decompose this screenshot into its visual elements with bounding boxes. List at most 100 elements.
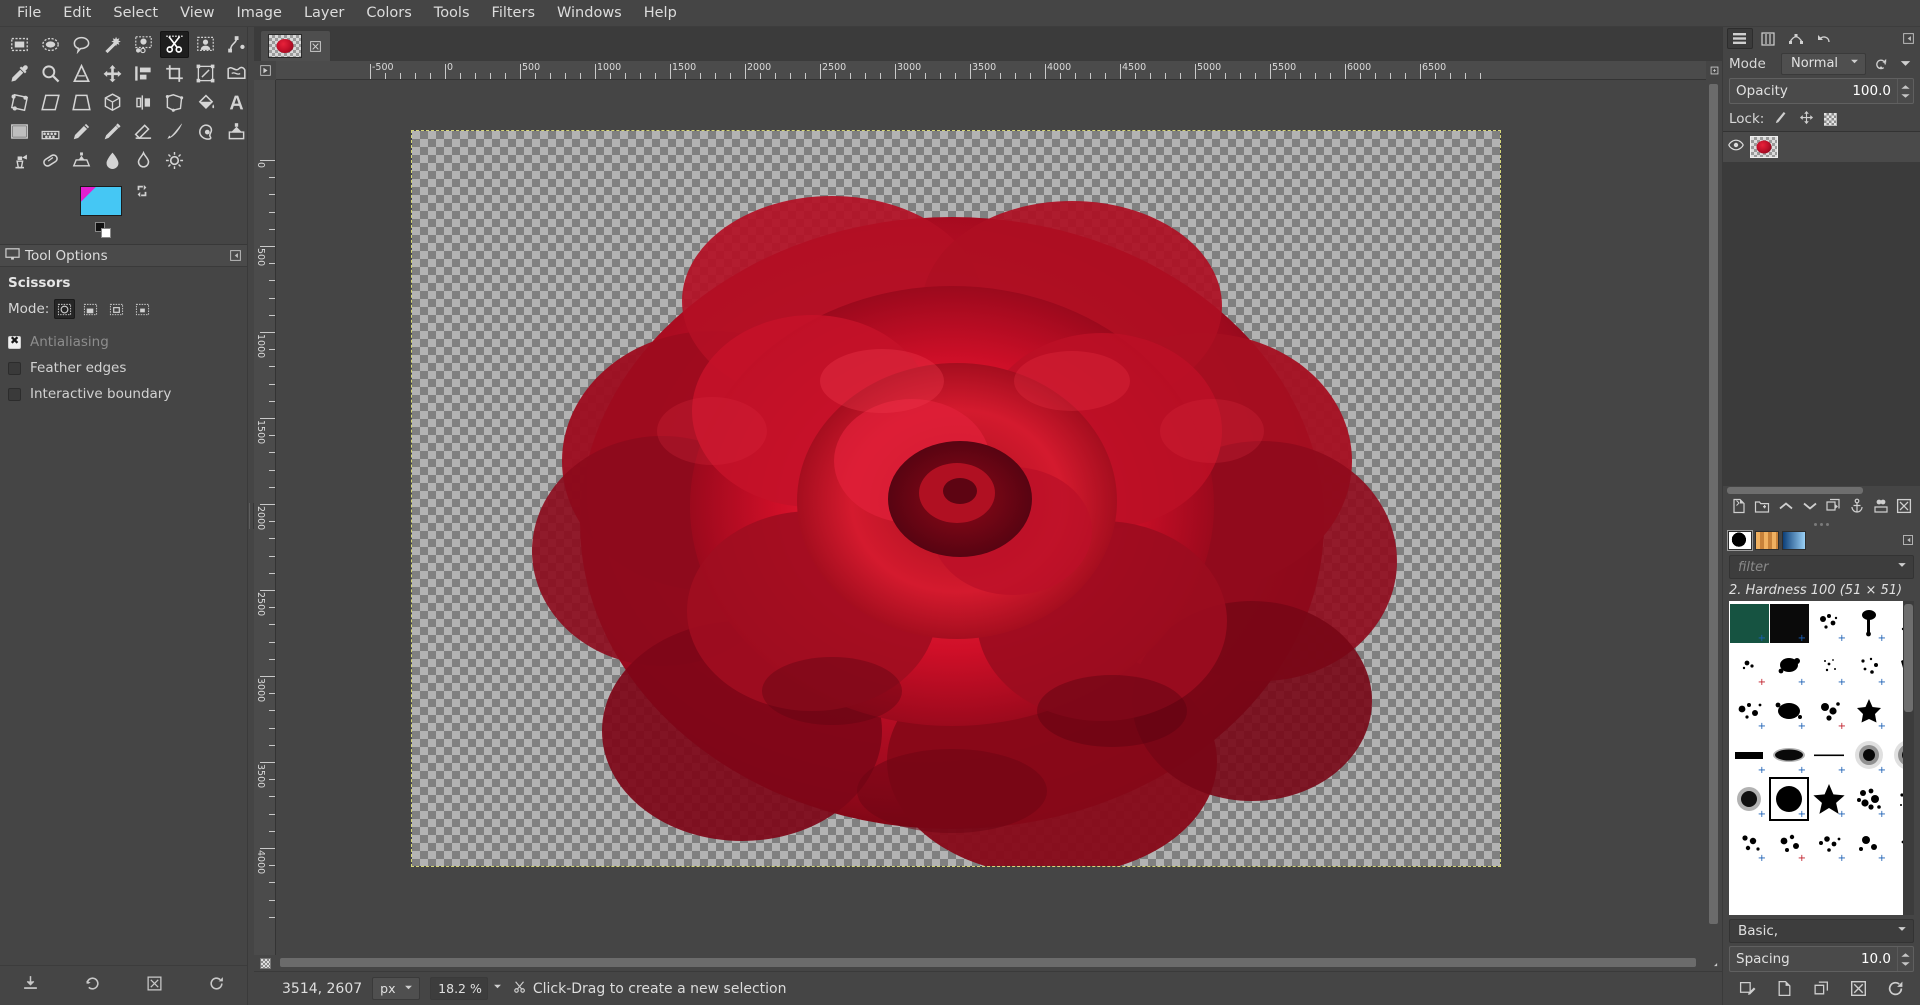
brush-cell[interactable]: + [1769, 777, 1809, 821]
ellipse-select-icon[interactable] [36, 31, 65, 58]
ruler-origin-button[interactable] [254, 61, 276, 80]
canvas[interactable] [276, 80, 1706, 955]
brush-cell[interactable]: + [1889, 689, 1903, 733]
lower-layer-icon[interactable] [1802, 498, 1818, 518]
menu-item-help[interactable]: Help [633, 2, 688, 24]
new-layer-icon[interactable] [1731, 498, 1747, 518]
channels-tab-icon[interactable] [1755, 28, 1781, 49]
brush-cell[interactable]: + [1849, 689, 1889, 733]
brush-cell[interactable]: + [1729, 645, 1769, 689]
brush-cell[interactable]: + [1889, 733, 1903, 777]
navigation-preview-button[interactable] [1706, 955, 1722, 971]
brush-filter-input[interactable]: filter [1729, 555, 1914, 579]
tool-option-antialiasing[interactable]: Antialiasing [8, 329, 239, 355]
brush-cell[interactable]: + [1849, 645, 1889, 689]
dodge-burn-icon[interactable] [160, 147, 189, 174]
brush-grid-scrollbar[interactable] [1903, 601, 1914, 915]
edit-brush-icon[interactable] [1739, 980, 1756, 1001]
mode-replace-icon[interactable] [54, 299, 76, 319]
patterns-tab-icon[interactable] [1755, 531, 1779, 550]
paths-icon[interactable] [222, 31, 251, 58]
cage-transform-icon[interactable] [160, 89, 189, 116]
checkbox[interactable] [8, 334, 21, 349]
brush-cell[interactable]: + [1769, 645, 1809, 689]
dock-resize-handle[interactable] [1723, 521, 1920, 528]
move-icon[interactable] [98, 60, 127, 87]
layer-row[interactable] [1723, 132, 1920, 162]
brush-cell[interactable]: + [1889, 777, 1903, 821]
brush-cell[interactable]: + [1849, 777, 1889, 821]
foreground-select-icon[interactable] [191, 31, 220, 58]
opacity-stepper[interactable] [1897, 79, 1913, 103]
brush-cell[interactable]: + [1729, 821, 1769, 865]
brush-cell[interactable]: + [1769, 821, 1809, 865]
layer-visibility-icon[interactable] [1728, 137, 1744, 157]
brush-cell[interactable]: + [1889, 821, 1903, 865]
handle-transform-icon[interactable] [5, 89, 34, 116]
mypaint-brush-icon[interactable] [191, 118, 220, 145]
brush-cell[interactable]: + [1809, 733, 1849, 777]
brush-tag-filter[interactable]: Basic, [1729, 919, 1914, 943]
menu-item-image[interactable]: Image [226, 2, 293, 24]
brush-spacing-slider[interactable]: Spacing 10.0 [1729, 946, 1914, 972]
checkbox[interactable] [8, 387, 21, 401]
gradients-tab-icon[interactable] [1782, 531, 1806, 550]
eraser-icon[interactable] [129, 118, 158, 145]
menu-item-view[interactable]: View [169, 2, 225, 24]
layer-list[interactable] [1723, 131, 1920, 486]
brush-cell[interactable]: + [1849, 821, 1889, 865]
perspective-icon[interactable] [67, 89, 96, 116]
menu-item-colors[interactable]: Colors [355, 2, 422, 24]
reset-colors-icon[interactable] [95, 222, 112, 239]
panel-menu-icon[interactable] [1902, 32, 1916, 46]
raise-layer-icon[interactable] [1778, 498, 1794, 518]
unit-selector[interactable]: px [372, 977, 421, 1000]
brush-cell[interactable]: + [1809, 821, 1849, 865]
select-by-color-icon[interactable] [129, 31, 158, 58]
brush-cell[interactable]: + [1809, 689, 1849, 733]
image-tab[interactable] [260, 30, 331, 61]
brush-cell[interactable]: + [1889, 601, 1903, 645]
text-icon[interactable] [222, 89, 251, 116]
delete-brush-icon[interactable] [1850, 980, 1867, 1001]
menu-item-select[interactable]: Select [102, 2, 169, 24]
spacing-stepper[interactable] [1897, 947, 1913, 971]
brush-cell[interactable]: + [1729, 601, 1769, 645]
delete-layer-icon[interactable] [1896, 498, 1912, 518]
zoom-icon[interactable] [36, 60, 65, 87]
reset-tool-options-icon[interactable] [208, 975, 225, 996]
brush-cell[interactable]: + [1729, 689, 1769, 733]
brush-cell[interactable]: + [1769, 689, 1809, 733]
ink-icon[interactable] [160, 118, 189, 145]
opacity-slider[interactable]: Opacity 100.0 [1729, 78, 1914, 104]
canvas-image[interactable] [411, 130, 1501, 876]
pencil-icon[interactable] [67, 118, 96, 145]
pattern-fill-icon[interactable] [36, 118, 65, 145]
tool-option-interactive-boundary[interactable]: Interactive boundary [8, 381, 239, 407]
brush-cell[interactable]: + [1849, 601, 1889, 645]
foreground-color-swatch[interactable] [80, 186, 122, 216]
layer-mode-select[interactable]: Normal [1781, 52, 1866, 75]
zoom-image-button[interactable] [1706, 61, 1722, 80]
horizontal-scrollbar[interactable] [276, 955, 1706, 971]
quick-mask-toggle[interactable] [254, 955, 276, 971]
menu-item-filters[interactable]: Filters [481, 2, 546, 24]
brush-cell[interactable]: + [1729, 733, 1769, 777]
new-brush-icon[interactable] [1776, 980, 1793, 1001]
mode-add-icon[interactable] [80, 299, 101, 319]
anchor-layer-icon[interactable] [1849, 498, 1865, 518]
transform-icon[interactable] [191, 60, 220, 87]
close-icon[interactable] [308, 39, 323, 54]
brush-cell[interactable]: + [1809, 777, 1849, 821]
lock-alpha-icon[interactable] [1824, 112, 1838, 126]
brush-cell[interactable]: + [1849, 733, 1889, 777]
shear-icon[interactable] [36, 89, 65, 116]
checkbox[interactable] [8, 361, 21, 375]
swap-colors-icon[interactable] [135, 184, 149, 198]
brush-cell[interactable]: + [1769, 601, 1809, 645]
gradient-icon[interactable] [5, 118, 34, 145]
chevron-down-icon[interactable] [1896, 559, 1908, 575]
menu-item-windows[interactable]: Windows [546, 2, 633, 24]
color-picker-icon[interactable] [5, 60, 34, 87]
panel-menu-icon[interactable] [1902, 534, 1915, 547]
